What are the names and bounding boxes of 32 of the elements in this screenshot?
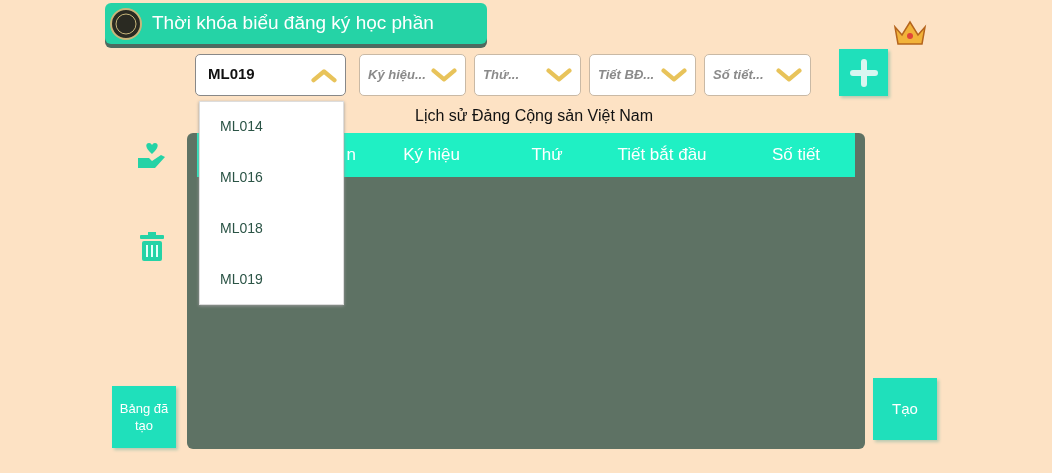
column-header: Tiết bắt đầu bbox=[616, 144, 708, 167]
chevron-down-icon bbox=[776, 66, 802, 83]
placeholder-text: Số tiết... bbox=[712, 65, 764, 84]
selected-value: ML019 bbox=[207, 64, 255, 85]
add-button[interactable] bbox=[839, 49, 888, 96]
column-header: n bbox=[345, 144, 356, 167]
crown-icon bbox=[892, 19, 928, 47]
filter-dropdown[interactable]: Thứ... bbox=[474, 53, 581, 96]
column-header: Ký hiệu bbox=[402, 144, 461, 167]
column-header: Số tiết bbox=[770, 144, 822, 167]
hand-heart-icon[interactable] bbox=[137, 142, 167, 170]
trash-icon[interactable] bbox=[138, 232, 166, 262]
chevron-down-icon bbox=[546, 66, 572, 83]
course-name: Lịch sử Đảng Cộng sản Việt Nam bbox=[415, 107, 654, 124]
dropdown-option[interactable]: ML014 bbox=[200, 102, 343, 151]
filter-dropdown[interactable]: ML019 bbox=[195, 53, 346, 96]
chevron-down-icon bbox=[661, 66, 687, 83]
chevron-up-icon bbox=[311, 66, 337, 83]
filter-dropdown[interactable]: Tiết BĐ... bbox=[589, 53, 696, 96]
chevron-down-icon bbox=[431, 66, 457, 83]
placeholder-text: Thứ... bbox=[482, 65, 519, 84]
plus-icon bbox=[849, 58, 878, 87]
placeholder-text: Ký hiệu... bbox=[367, 65, 426, 84]
window-title: Thời khóa biểu đăng ký học phần bbox=[152, 11, 434, 36]
dropdown-option[interactable]: ML019 bbox=[200, 255, 343, 304]
dropdown-option[interactable]: ML018 bbox=[200, 204, 343, 253]
filter-dropdown[interactable]: Số tiết... bbox=[704, 53, 811, 96]
logo-icon bbox=[110, 7, 142, 40]
filter-dropdown[interactable]: Ký hiệu... bbox=[359, 53, 466, 96]
column-header: Thứ bbox=[530, 144, 564, 167]
placeholder-text: Tiết BĐ... bbox=[597, 65, 655, 84]
dropdown-option[interactable]: ML016 bbox=[200, 153, 343, 202]
